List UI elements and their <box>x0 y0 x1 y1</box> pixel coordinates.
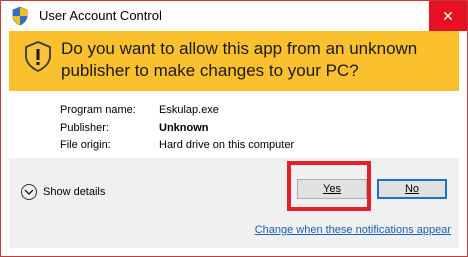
no-button[interactable]: No <box>377 179 447 199</box>
show-details-label: Show details <box>43 186 106 198</box>
chevron-down-icon <box>21 184 37 200</box>
publisher-label: Publisher: <box>60 122 109 134</box>
program-info: Program name: Eskulap.exe Publisher: Unk… <box>9 91 459 158</box>
dialog-footer: Show details Yes No Change when these no… <box>9 158 459 248</box>
program-name-value: Eskulap.exe <box>159 104 219 116</box>
publisher-value: Unknown <box>159 122 209 134</box>
close-icon: ✕ <box>442 7 454 24</box>
question-banner: Do you want to allow this app from an un… <box>9 31 459 91</box>
close-button[interactable]: ✕ <box>429 1 467 31</box>
yes-highlight-box <box>287 161 371 211</box>
shield-icon <box>25 41 51 72</box>
show-details-toggle[interactable]: Show details <box>21 184 105 200</box>
file-origin-label: File origin: <box>60 139 111 151</box>
title-bar: User Account Control ✕ <box>1 1 467 31</box>
window-title: User Account Control <box>39 8 162 23</box>
uac-dialog: User Account Control ✕ Do you want to al… <box>0 0 468 257</box>
question-text: Do you want to allow this app from an un… <box>61 39 418 80</box>
program-name-label: Program name: <box>60 104 136 116</box>
change-notifications-link[interactable]: Change when these notifications appear <box>255 224 451 236</box>
shield-icon <box>12 6 28 26</box>
file-origin-value: Hard drive on this computer <box>159 139 295 151</box>
no-label: No <box>404 183 420 195</box>
